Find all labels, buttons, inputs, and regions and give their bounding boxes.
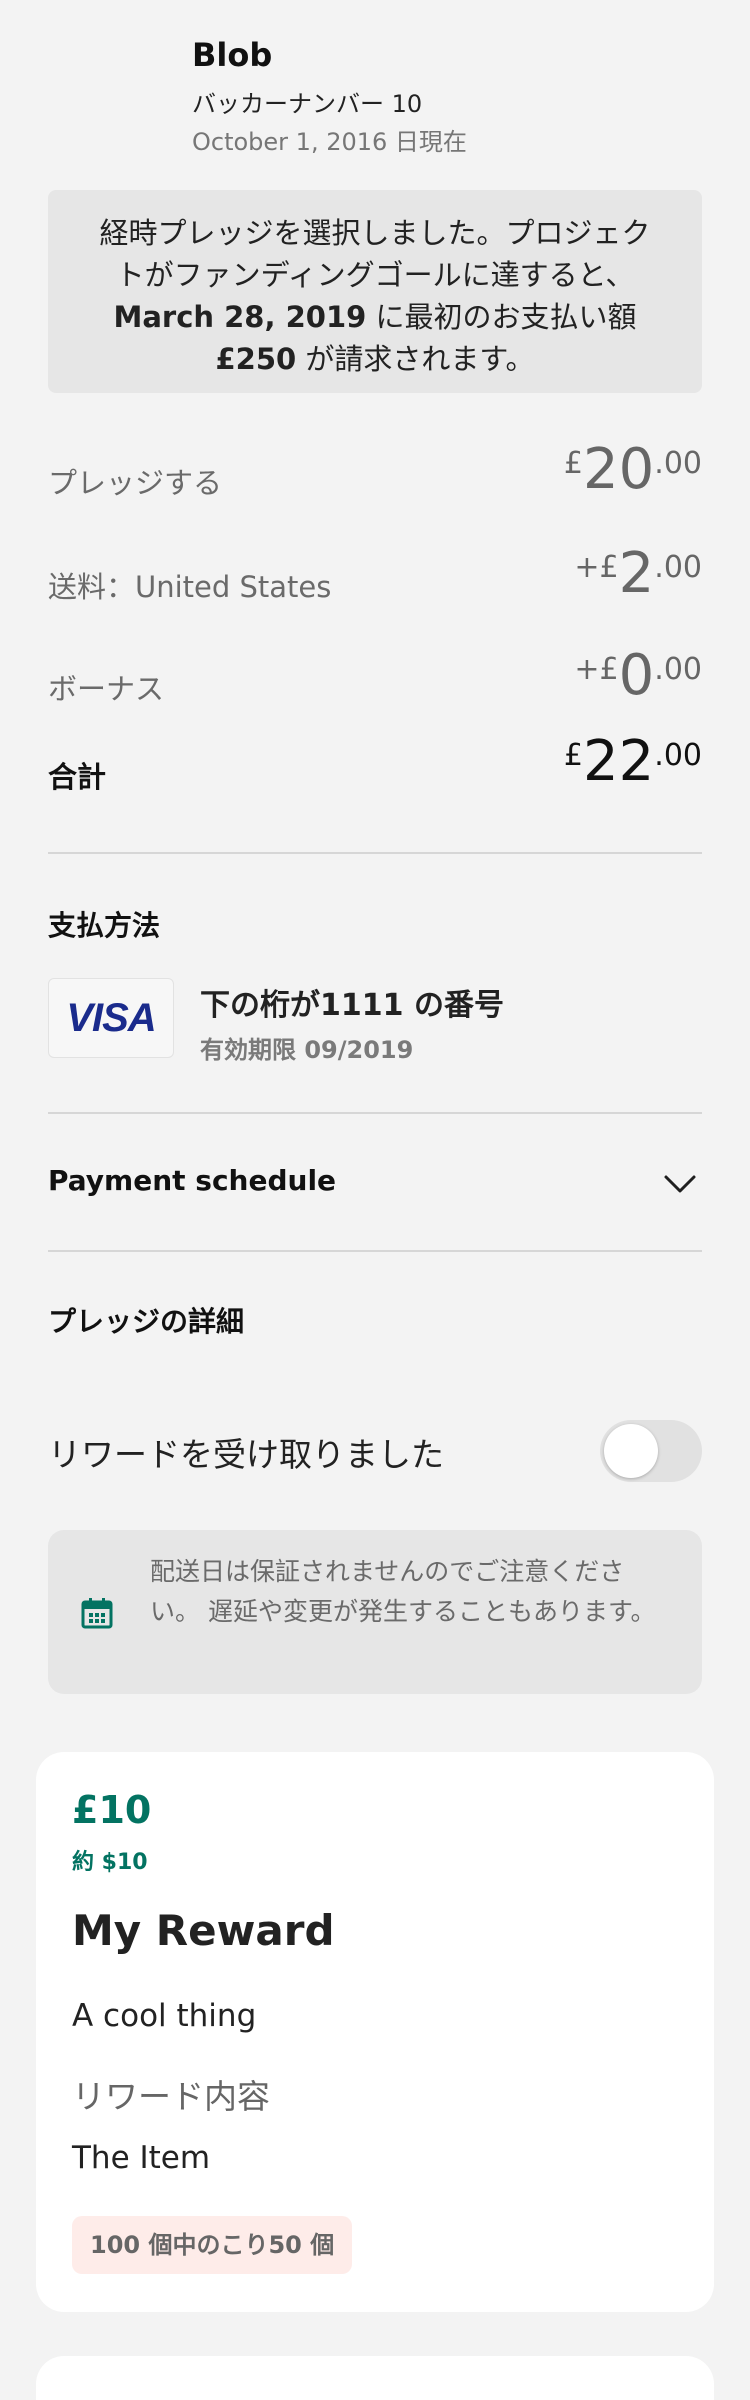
plot-pledge-notice: 経時プレッジを選択しました。プロジェクトがファンディングゴールに達すると、 Mar… — [48, 190, 702, 393]
total-cents: .00 — [654, 738, 702, 773]
shipping-whole: 2 — [618, 541, 655, 606]
bonus-currency: +£ — [574, 652, 619, 687]
total-currency: £ — [563, 738, 584, 773]
notice-text-middle: に最初のお支払い額 — [366, 300, 637, 334]
reward-contents-label: リワード内容 — [72, 2077, 270, 2116]
reward-item: The Item — [72, 2140, 211, 2176]
pledge-amount: £20.00 — [564, 440, 702, 500]
pledge-whole: 20 — [583, 437, 655, 502]
total-row: 合計 £22.00 — [48, 732, 702, 802]
bonus-cents: .00 — [654, 652, 702, 687]
reward-title: My Reward — [72, 1906, 335, 1955]
pledge-details-title: プレッジの詳細 — [48, 1305, 245, 1338]
shipping-label: 送料：United States — [48, 570, 332, 604]
divider — [48, 1112, 702, 1114]
bonus-amount: +£0.00 — [574, 646, 702, 706]
pledge-amount-row: プレッジする £20.00 — [48, 440, 702, 510]
shipping-row: 送料：United States +£2.00 — [48, 544, 702, 614]
reward-card: £10 約 $10 My Reward A cool thing リワード内容 … — [36, 1752, 714, 2312]
reward-description: A cool thing — [72, 1998, 257, 2034]
card-expiry: 有効期限 09/2019 — [200, 1036, 414, 1064]
pledge-cents: .00 — [654, 446, 702, 481]
divider — [48, 852, 702, 854]
visa-card-logo: VISA — [48, 978, 174, 1058]
reward-received-toggle[interactable] — [600, 1420, 702, 1482]
shipping-notice: 配送日は保証されませんのでご注意ください。 遅延や変更が発生することもあります。 — [48, 1530, 702, 1694]
reward-price: £10 — [72, 1788, 152, 1832]
avatar — [48, 36, 172, 160]
chevron-down-icon — [664, 1175, 696, 1193]
pledge-currency: £ — [563, 446, 584, 481]
notice-text-end: が請求されます。 — [296, 342, 535, 376]
shipping-cents: .00 — [654, 550, 702, 585]
remaining-badge: 100 個中のこり50 個 — [72, 2216, 353, 2274]
backer-header: Blob バッカーナンバー 10 October 1, 2016 日現在 — [0, 0, 750, 170]
total-label: 合計 — [48, 760, 107, 794]
divider — [48, 1250, 702, 1252]
card-number: 下の桁が1111 の番号 — [200, 988, 504, 1023]
as-of-date: October 1, 2016 日現在 — [192, 128, 467, 156]
notice-text-start: 経時プレッジを選択しました。プロジェクトがファンディングゴールに達すると、 — [99, 216, 651, 292]
pledge-label: プレッジする — [48, 466, 223, 500]
toggle-knob — [604, 1424, 658, 1478]
total-amount: £22.00 — [564, 732, 702, 792]
reward-received-label: リワードを受け取りました — [48, 1435, 444, 1474]
calendar-icon — [81, 1598, 113, 1629]
payment-schedule-label: Payment schedule — [48, 1164, 337, 1197]
bonus-row: ボーナス +£0.00 — [48, 646, 702, 716]
shipping-notice-text: 配送日は保証されませんのでご注意ください。 遅延や変更が発生することもあります。 — [150, 1557, 656, 1626]
next-card — [36, 2356, 714, 2400]
shipping-currency: +£ — [574, 550, 619, 585]
pledge-summary-screen: Blob バッカーナンバー 10 October 1, 2016 日現在 経時プ… — [0, 0, 750, 2400]
payment-schedule-toggle[interactable]: Payment schedule — [48, 1150, 702, 1216]
backer-number: バッカーナンバー 10 — [192, 90, 423, 118]
payment-method-title: 支払方法 — [48, 909, 161, 942]
bonus-whole: 0 — [618, 643, 655, 708]
total-whole: 22 — [583, 729, 655, 794]
shipping-amount: +£2.00 — [574, 544, 702, 604]
backer-name: Blob — [192, 36, 273, 74]
reward-approx-price: 約 $10 — [72, 1850, 148, 1875]
notice-date: March 28, 2019 — [113, 300, 367, 334]
card-brand: VISA — [66, 995, 156, 1040]
notice-amount: £250 — [215, 342, 297, 376]
bonus-label: ボーナス — [48, 672, 165, 706]
